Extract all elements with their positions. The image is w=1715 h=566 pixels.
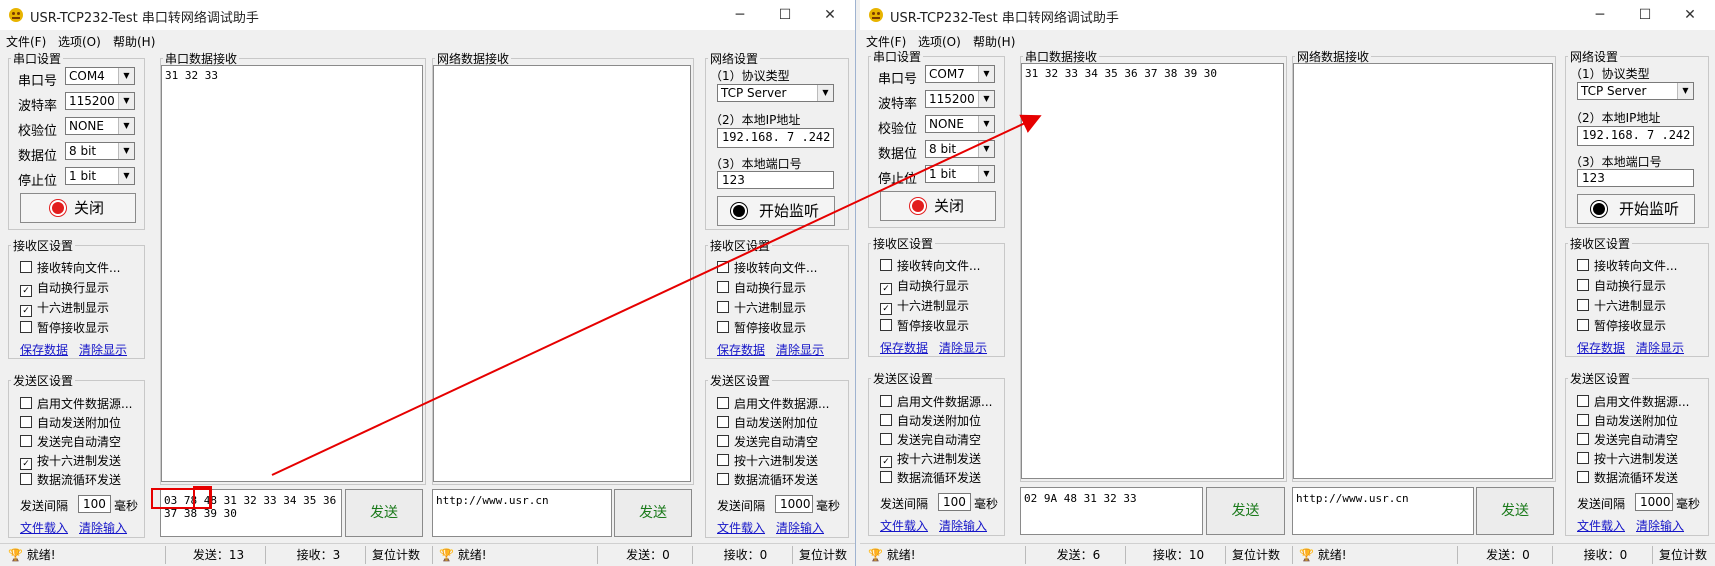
annotation-arrow xyxy=(271,114,1042,476)
arrow-line xyxy=(271,114,1042,476)
